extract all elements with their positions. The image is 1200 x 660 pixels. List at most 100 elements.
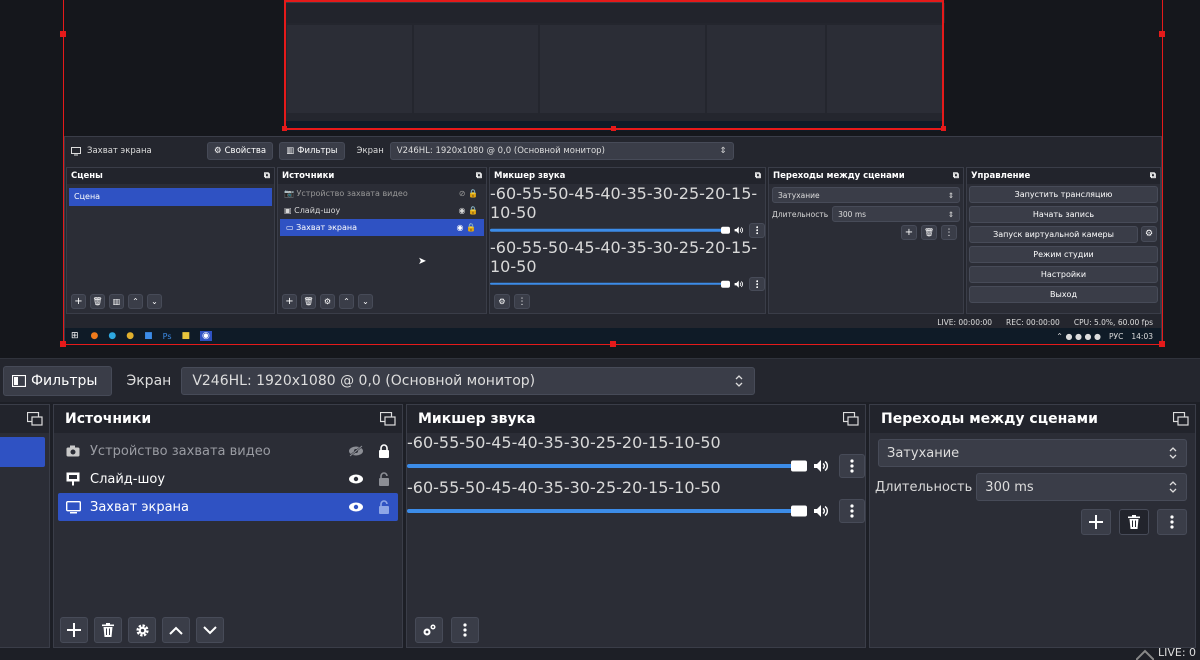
- volume-slider[interactable]: [407, 505, 807, 517]
- eye-icon[interactable]: [348, 473, 364, 485]
- resize-handle[interactable]: [1159, 31, 1165, 37]
- speaker-icon[interactable]: [813, 504, 829, 518]
- meter-tick: -5: [694, 433, 711, 452]
- meter-tick: -50: [459, 478, 486, 497]
- duration-label: Длительность: [875, 479, 973, 495]
- meter-tick: 0: [710, 433, 721, 452]
- screen-select[interactable]: V246HL: 1920x1080 @ 0,0 (Основной монито…: [181, 366, 756, 395]
- unlock-icon[interactable]: [378, 472, 390, 486]
- sources-dock: Источники Устройство захвата видео Слайд…: [53, 404, 403, 648]
- filter-icon: [12, 374, 26, 387]
- meter-tick: -20: [616, 478, 643, 497]
- meter-tick: -45: [485, 433, 512, 452]
- transitions-title: Переходы между сценами: [881, 411, 1098, 427]
- undock-icon[interactable]: [1173, 412, 1189, 426]
- signal-icon: [1136, 648, 1154, 660]
- spin-arrows-icon: [1168, 480, 1178, 494]
- mixer-menu-button[interactable]: [451, 617, 479, 643]
- volume-slider[interactable]: [407, 460, 807, 472]
- move-source-up-button[interactable]: [162, 617, 190, 643]
- gears-icon: [421, 623, 437, 637]
- sources-title: Источники: [65, 411, 152, 427]
- meter-tick: -35: [537, 478, 564, 497]
- meter-tick: -35: [537, 433, 564, 452]
- resize-handle[interactable]: [1159, 341, 1165, 347]
- transition-menu-button[interactable]: [1157, 509, 1187, 535]
- move-source-down-button[interactable]: [196, 617, 224, 643]
- meter-tick: -40: [511, 478, 538, 497]
- undock-icon[interactable]: [843, 412, 859, 426]
- meter-tick: -10: [668, 433, 695, 452]
- source-item[interactable]: Слайд-шоу: [58, 465, 398, 493]
- remove-source-button[interactable]: [94, 617, 122, 643]
- spin-arrows-icon: [734, 374, 744, 388]
- trash-icon: [1128, 515, 1140, 529]
- resize-handle[interactable]: [941, 126, 946, 131]
- meter-tick: -20: [616, 433, 643, 452]
- resize-handle[interactable]: [611, 126, 616, 131]
- meter-tick: -60: [407, 433, 434, 452]
- kebab-menu-icon: [850, 459, 854, 473]
- source-item[interactable]: Устройство захвата видео: [58, 437, 398, 465]
- advanced-audio-button[interactable]: [415, 617, 443, 643]
- filters-button[interactable]: Фильтры: [3, 365, 113, 396]
- resize-handle[interactable]: [282, 126, 287, 131]
- meter-tick: -60: [407, 478, 434, 497]
- source-selection-frame[interactable]: [63, 0, 1163, 345]
- meter-tick: 0: [710, 478, 721, 497]
- meter-tick: -10: [668, 478, 695, 497]
- meter-tick: -55: [433, 478, 460, 497]
- meter-tick: -40: [511, 433, 538, 452]
- undock-icon[interactable]: [27, 412, 43, 426]
- meter-tick: -25: [589, 478, 617, 497]
- scenes-dock: [0, 404, 50, 648]
- remove-transition-button[interactable]: [1119, 509, 1149, 535]
- lock-icon[interactable]: [378, 444, 390, 458]
- duration-input[interactable]: 300 ms: [976, 473, 1187, 501]
- slider-knob[interactable]: [791, 505, 807, 517]
- meter-tick: -30: [563, 478, 590, 497]
- plus-icon: [1089, 515, 1103, 529]
- gear-icon: [135, 623, 150, 638]
- resize-handle[interactable]: [60, 341, 66, 347]
- camera-icon: [66, 445, 86, 457]
- unlock-icon[interactable]: [378, 500, 390, 514]
- live-status: LIVE: 0: [1158, 646, 1197, 659]
- speaker-icon[interactable]: [813, 459, 829, 473]
- channel-menu-button[interactable]: [839, 454, 865, 478]
- source-label: Устройство захвата видео: [90, 443, 271, 459]
- transition-type-select[interactable]: Затухание: [878, 439, 1187, 467]
- scene-item[interactable]: [0, 437, 45, 467]
- slider-knob[interactable]: [791, 460, 807, 472]
- plus-icon: [67, 623, 81, 637]
- slideshow-icon: [66, 472, 86, 486]
- meter-tick: -55: [433, 433, 460, 452]
- context-bar: Фильтры Экран V246HL: 1920x1080 @ 0,0 (О…: [0, 358, 1200, 402]
- audio-mixer-dock: Микшер звука -60-55-50-45-40-35-30-25-20…: [406, 404, 866, 648]
- add-transition-button[interactable]: [1081, 509, 1111, 535]
- meter-tick: -25: [589, 433, 617, 452]
- source-label: Слайд-шоу: [90, 471, 166, 487]
- spin-arrows-icon: [1168, 446, 1178, 460]
- undock-icon[interactable]: [380, 412, 396, 426]
- source-label: Захват экрана: [90, 499, 189, 515]
- eye-hidden-icon[interactable]: [348, 445, 364, 457]
- resize-handle[interactable]: [60, 31, 66, 37]
- source-item[interactable]: Захват экрана: [58, 493, 398, 521]
- add-source-button[interactable]: [60, 617, 88, 643]
- scene-transitions-dock: Переходы между сценами Затухание Длитель…: [869, 404, 1196, 648]
- chevron-up-icon: [169, 626, 183, 635]
- preview-area[interactable]: Захват экрана ⚙ Свойства ▥ Фильтры Экран V…: [0, 0, 1200, 358]
- meter-tick: -15: [642, 478, 669, 497]
- trash-icon: [102, 623, 114, 637]
- meter-tick: -5: [694, 478, 711, 497]
- meter-tick: -30: [563, 433, 590, 452]
- meter-tick: -15: [642, 433, 669, 452]
- kebab-menu-icon: [463, 623, 467, 637]
- channel-menu-button[interactable]: [839, 499, 865, 523]
- eye-icon[interactable]: [348, 501, 364, 513]
- screen-label: Экран: [126, 372, 172, 389]
- source-properties-button[interactable]: [128, 617, 156, 643]
- monitor-icon: [66, 500, 86, 514]
- resize-handle[interactable]: [610, 341, 616, 347]
